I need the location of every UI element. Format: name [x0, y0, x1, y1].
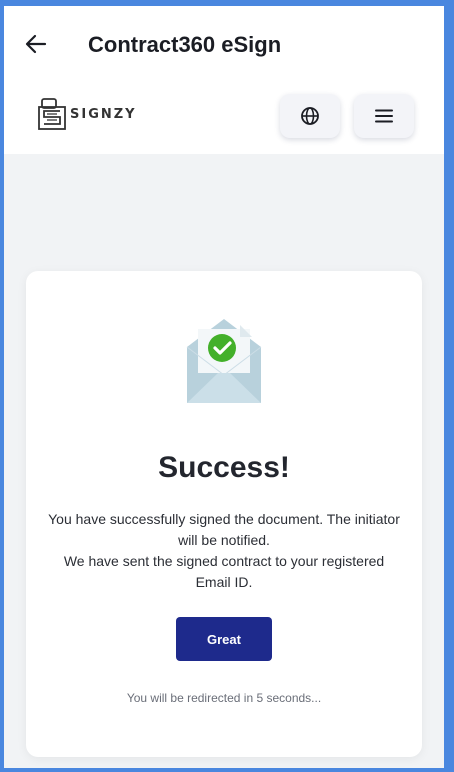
success-message: You have successfully signed the documen…: [46, 509, 402, 593]
app-title: Contract360 eSign: [88, 32, 282, 57]
phone-frame: Contract360 eSign SIGNZY Success! You ha…: [4, 6, 444, 768]
success-heading: Success!: [158, 451, 290, 484]
arrow-left-icon: [25, 34, 47, 54]
app-bar: Contract360 eSign: [4, 6, 444, 84]
redirect-notice: You will be redirected in 5 seconds...: [126, 691, 322, 705]
success-card: Success! You have successfully signed th…: [26, 271, 422, 757]
header-bar: SIGNZY: [4, 84, 444, 154]
great-button[interactable]: Great: [176, 617, 272, 661]
success-line-1: You have successfully signed the documen…: [48, 511, 400, 548]
menu-button[interactable]: [354, 94, 414, 138]
success-line-2: We have sent the signed contract to your…: [63, 553, 385, 590]
hamburger-menu-icon: [375, 109, 393, 123]
globe-icon: [301, 107, 319, 125]
back-button[interactable]: [20, 28, 52, 60]
logo-mark-icon: [38, 98, 66, 130]
envelope-check-icon: [186, 319, 262, 403]
logo-text: SIGNZY: [70, 106, 137, 122]
signzy-logo: SIGNZY: [38, 98, 137, 130]
language-button[interactable]: [280, 94, 340, 138]
